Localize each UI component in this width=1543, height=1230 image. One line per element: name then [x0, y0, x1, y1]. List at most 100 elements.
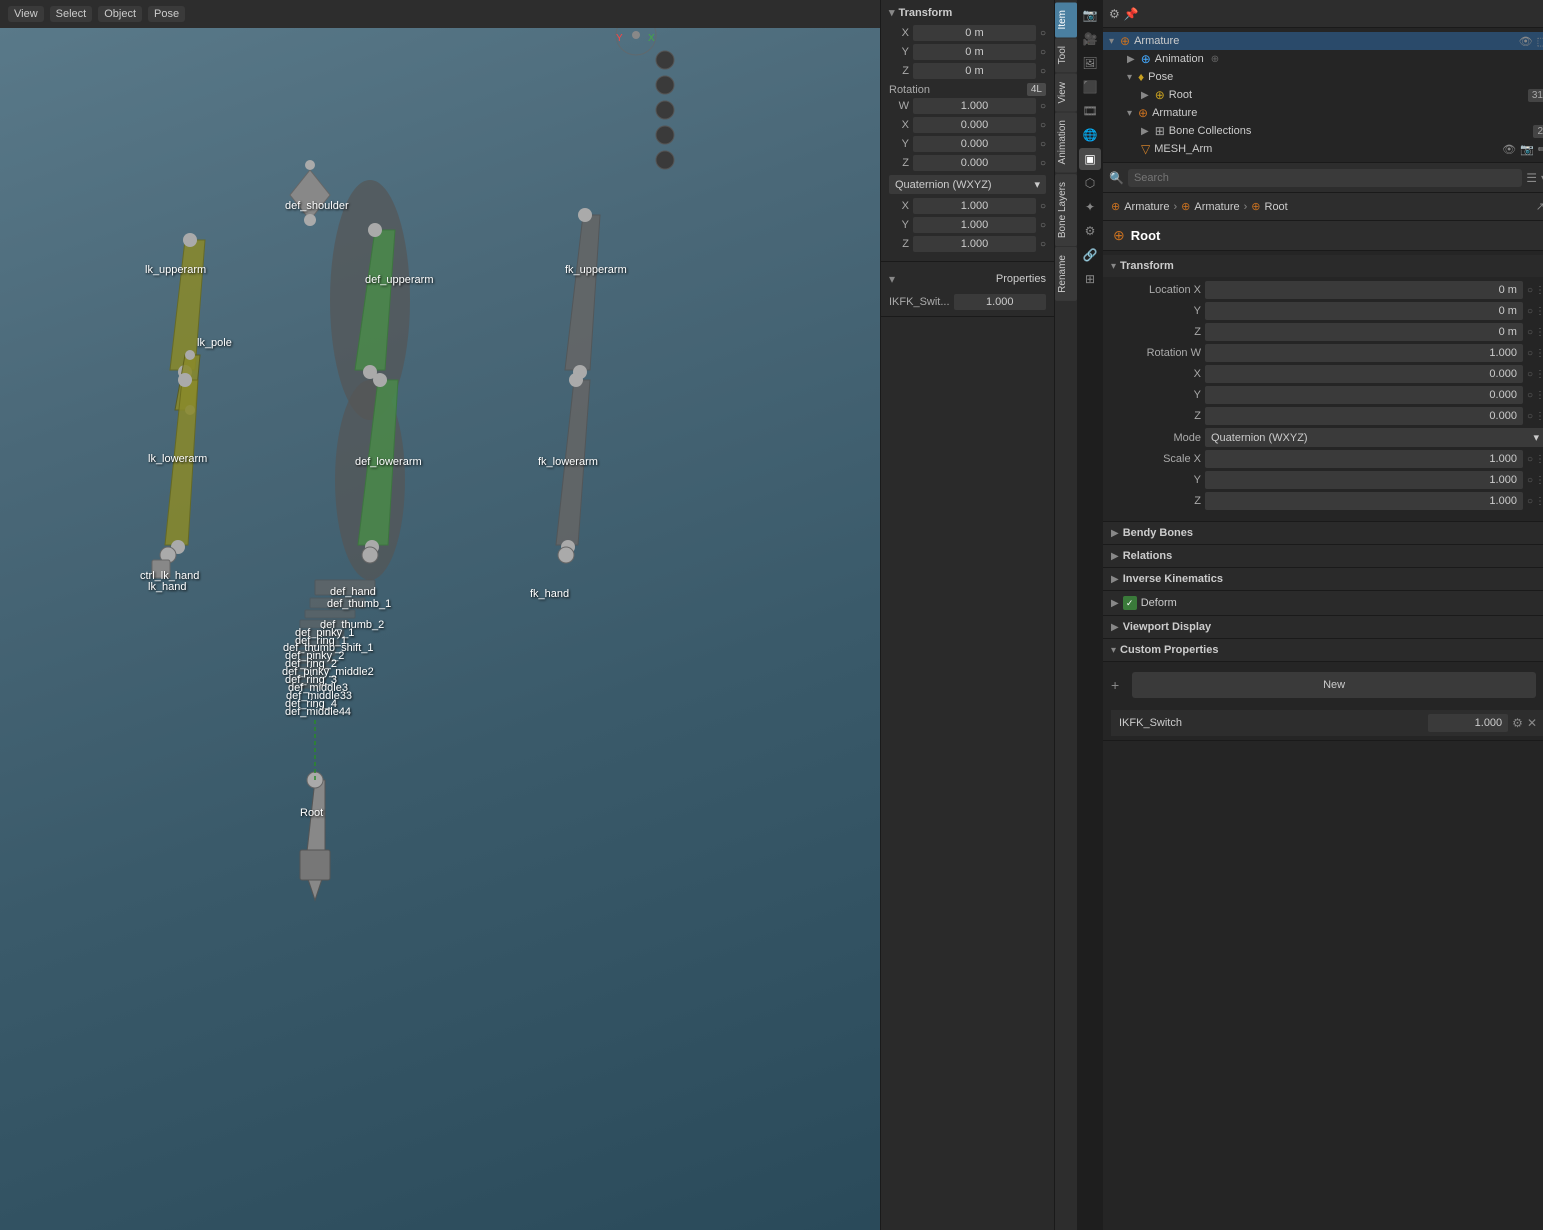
props-pin-icon[interactable]: 📌 [1124, 7, 1139, 21]
rot-y-value[interactable]: 0.000 [913, 136, 1036, 152]
bone-scale-y-anim[interactable]: ○ [1527, 475, 1533, 486]
scale-x-anim-icon[interactable]: ○ [1040, 201, 1046, 212]
bone-scale-x-value[interactable]: 1.000 [1205, 450, 1523, 468]
bone-rot-x-anim[interactable]: ○ [1527, 369, 1533, 380]
rot-x-anim-icon[interactable]: ○ [1040, 120, 1046, 131]
rot-z-value[interactable]: 0.000 [913, 155, 1036, 171]
bone-scale-z-extra[interactable]: ⋮ [1535, 496, 1543, 507]
scale-z-anim-icon[interactable]: ○ [1040, 239, 1046, 250]
strip-icon-data[interactable]: ⊞ [1079, 268, 1101, 290]
view-menu[interactable]: View [8, 6, 44, 22]
deform-row[interactable]: ▶ ✓ Deform [1103, 591, 1543, 616]
bone-loc-z-extra[interactable]: ⋮ [1535, 327, 1543, 338]
viewport[interactable]: View Select Object Pose [0, 0, 880, 1230]
strip-icon-world[interactable]: 🌐 [1079, 124, 1101, 146]
bone-scale-z-value[interactable]: 1.000 [1205, 492, 1523, 510]
ik-header[interactable]: ▶ Inverse Kinematics [1103, 568, 1543, 590]
tree-item-animation[interactable]: ▶ ⊕ Animation ⊕ [1103, 50, 1543, 68]
rot-w-value[interactable]: 1.000 [913, 98, 1036, 114]
bone-scale-y-value[interactable]: 1.000 [1205, 471, 1523, 489]
select-menu[interactable]: Select [50, 6, 93, 22]
bone-rot-w-extra[interactable]: ⋮ [1535, 348, 1543, 359]
ikfk-remove-icon[interactable]: ✕ [1527, 716, 1537, 730]
scale-y-anim-icon[interactable]: ○ [1040, 220, 1046, 231]
strip-icon-physics[interactable]: ⚙ [1079, 220, 1101, 242]
bone-scale-x-anim[interactable]: ○ [1527, 454, 1533, 465]
new-button[interactable]: New [1132, 672, 1536, 698]
bone-rot-y-value[interactable]: 0.000 [1205, 386, 1523, 404]
bone-mode-select[interactable]: Quaternion (WXYZ) ▾ [1205, 428, 1543, 447]
tree-item-mesh-arm[interactable]: ▽ MESH_Arm 👁 📷 ✏ [1103, 140, 1543, 158]
breadcrumb-armature2[interactable]: Armature [1194, 201, 1239, 213]
hide-icon[interactable]: ⬚ [1537, 35, 1543, 48]
tab-view[interactable]: View [1055, 74, 1077, 112]
strip-icon-object[interactable]: ▣ [1079, 148, 1101, 170]
strip-icon-particles[interactable]: ✦ [1079, 196, 1101, 218]
bone-loc-y-extra[interactable]: ⋮ [1535, 306, 1543, 317]
bone-rot-z-value[interactable]: 0.000 [1205, 407, 1523, 425]
strip-icon-render[interactable]: 🎥 [1079, 28, 1101, 50]
mesh-eye-icon[interactable]: 👁 [1502, 143, 1516, 156]
strip-icon-mesh[interactable]: ⬡ [1079, 172, 1101, 194]
mesh-edit-icon[interactable]: ✏ [1538, 143, 1543, 156]
tab-item[interactable]: Item [1055, 2, 1077, 37]
strip-icon-output[interactable]: 🖼 [1079, 52, 1101, 74]
bone-rot-z-extra[interactable]: ⋮ [1535, 411, 1543, 422]
pose-menu[interactable]: Pose [148, 6, 185, 22]
loc-y-value[interactable]: 0 m [913, 44, 1036, 60]
bone-rot-w-anim[interactable]: ○ [1527, 348, 1533, 359]
bone-scale-x-extra[interactable]: ⋮ [1535, 454, 1543, 465]
loc-y-anim-icon[interactable]: ○ [1040, 47, 1046, 58]
tree-item-root[interactable]: ▶ ⊕ Root 31 [1103, 86, 1543, 104]
rot-w-anim-icon[interactable]: ○ [1040, 101, 1046, 112]
bone-transform-header[interactable]: ▾ Transform [1103, 255, 1543, 277]
rot-z-anim-icon[interactable]: ○ [1040, 158, 1046, 169]
ikfk-value[interactable]: 1.000 [954, 294, 1046, 310]
loc-z-anim-icon[interactable]: ○ [1040, 66, 1046, 77]
breadcrumb-root[interactable]: Root [1265, 201, 1288, 213]
bone-rot-y-extra[interactable]: ⋮ [1535, 390, 1543, 401]
tab-bone-layers[interactable]: Bone Layers [1055, 174, 1077, 246]
tab-animation[interactable]: Animation [1055, 112, 1077, 172]
eye-icon[interactable]: 👁 [1519, 35, 1533, 48]
bone-scale-z-anim[interactable]: ○ [1527, 496, 1533, 507]
loc-z-value[interactable]: 0 m [913, 63, 1036, 79]
custom-props-header[interactable]: ▾ Custom Properties [1103, 639, 1543, 662]
bone-rot-w-value[interactable]: 1.000 [1205, 344, 1523, 362]
bone-loc-x-anim[interactable]: ○ [1527, 285, 1533, 296]
tab-rename[interactable]: Rename [1055, 247, 1077, 301]
bone-loc-x-value[interactable]: 0 m [1205, 281, 1523, 299]
loc-x-anim-icon[interactable]: ○ [1040, 28, 1046, 39]
search-input[interactable] [1128, 169, 1522, 187]
bone-scale-y-extra[interactable]: ⋮ [1535, 475, 1543, 486]
bone-loc-y-value[interactable]: 0 m [1205, 302, 1523, 320]
bone-loc-x-extra[interactable]: ⋮ [1535, 285, 1543, 296]
bendy-bones-header[interactable]: ▶ Bendy Bones [1103, 522, 1543, 544]
scale-x-value[interactable]: 1.000 [913, 198, 1036, 214]
bone-rot-y-anim[interactable]: ○ [1527, 390, 1533, 401]
deform-checkbox[interactable]: ✓ [1123, 596, 1137, 610]
tree-item-armature-sub[interactable]: ▾ ⊕ Armature [1103, 104, 1543, 122]
strip-icon-constraints[interactable]: 🔗 [1079, 244, 1101, 266]
bone-rot-z-anim[interactable]: ○ [1527, 411, 1533, 422]
rot-y-anim-icon[interactable]: ○ [1040, 139, 1046, 150]
bone-rot-x-value[interactable]: 0.000 [1205, 365, 1523, 383]
breadcrumb-armature1[interactable]: Armature [1124, 201, 1169, 213]
rot-x-value[interactable]: 0.000 [913, 117, 1036, 133]
ikfk-settings-icon[interactable]: ⚙ [1512, 716, 1523, 730]
bone-loc-y-anim[interactable]: ○ [1527, 306, 1533, 317]
bone-rot-x-extra[interactable]: ⋮ [1535, 369, 1543, 380]
scale-z-value[interactable]: 1.000 [913, 236, 1036, 252]
ikfk-prop-value[interactable]: 1.000 [1428, 714, 1508, 732]
properties-header[interactable]: ▾ Properties [889, 268, 1046, 290]
props-filter-icon[interactable]: ⚙ [1109, 7, 1120, 21]
tab-tool[interactable]: Tool [1055, 38, 1077, 72]
strip-icon-scene2[interactable]: 🎞 [1079, 100, 1101, 122]
relations-header[interactable]: ▶ Relations [1103, 545, 1543, 567]
tree-item-bone-collections[interactable]: ▶ ⊞ Bone Collections 2 [1103, 122, 1543, 140]
filter-icon[interactable]: ☰ [1526, 171, 1537, 185]
strip-icon-scene[interactable]: 📷 [1079, 4, 1101, 26]
scale-y-value[interactable]: 1.000 [913, 217, 1036, 233]
tree-item-armature[interactable]: ▾ ⊕ Armature 👁 ⬚ [1103, 32, 1543, 50]
bone-loc-z-value[interactable]: 0 m [1205, 323, 1523, 341]
